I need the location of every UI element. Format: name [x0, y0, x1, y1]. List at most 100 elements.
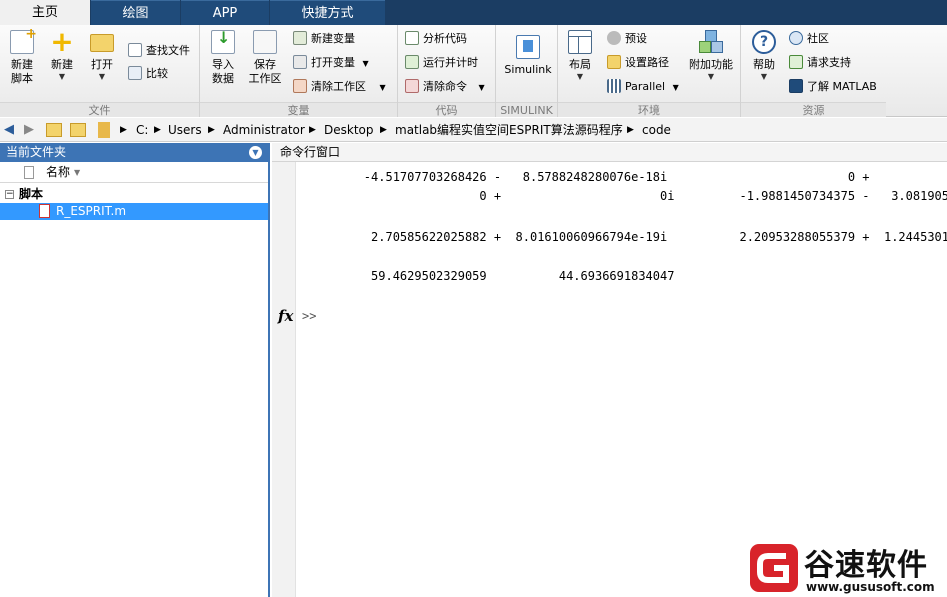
import-data-button[interactable]: ↓ 导入 数据 [206, 30, 240, 86]
chevron-down-icon: ▼ [362, 59, 369, 68]
new-script-icon: + [10, 27, 37, 54]
learn-matlab-button[interactable]: 了解 MATLAB [789, 78, 877, 96]
run-and-time-label: 运行并计时 [423, 56, 478, 69]
command-prompt: >> [302, 309, 317, 323]
new-button[interactable]: + 新建 ▼ [44, 28, 80, 82]
request-support-label: 请求支持 [807, 56, 851, 69]
watermark: 谷速软件 www.gususoft.com [748, 540, 947, 597]
collapse-icon[interactable]: − [5, 190, 14, 199]
current-folder-panel: 当前文件夹 ▼ 名称 ▼ − 脚本 R_ESPRIT.m [0, 143, 270, 597]
group-environment: 布局 ▼ 预设 设置路径 Parallel ▼ 附加功能 ▼ 环境 [558, 25, 741, 117]
parallel-button[interactable]: Parallel ▼ [607, 78, 679, 96]
breadcrumb-separator-icon: ▶ [120, 125, 127, 135]
parallel-label: Parallel [625, 80, 666, 93]
breadcrumb-item[interactable]: code [642, 118, 671, 142]
tab-plots[interactable]: 绘图 [91, 0, 180, 25]
analyze-code-label: 分析代码 [423, 32, 467, 45]
folder-icon [98, 122, 110, 138]
open-button[interactable]: 打开 ▼ [84, 30, 120, 82]
learn-matlab-label: 了解 MATLAB [807, 80, 877, 93]
breadcrumb-item[interactable]: Administrator [223, 118, 305, 142]
run-and-time-icon [405, 55, 419, 69]
help-button[interactable]: ? 帮助 ▼ [747, 30, 781, 82]
community-button[interactable]: 社区 [789, 30, 829, 48]
find-files-button[interactable]: 查找文件 [128, 42, 190, 60]
back-arrow-icon[interactable]: ◀ [4, 122, 14, 138]
addons-icon [699, 30, 723, 54]
clear-commands-button[interactable]: 清除命令 ▼ [405, 78, 485, 96]
command-window[interactable]: 命令行窗口 -4.51707703268426 - 8.578824828007… [272, 143, 947, 597]
compare-icon [128, 66, 142, 80]
addons-button[interactable]: 附加功能 ▼ [685, 30, 737, 82]
file-name: R_ESPRIT.m [56, 204, 127, 218]
folder-icon [607, 55, 621, 69]
parallel-icon [607, 79, 621, 93]
breadcrumb-item[interactable]: Users [168, 118, 202, 142]
chevron-down-icon: ▼ [707, 72, 715, 81]
tree-group-scripts[interactable]: − 脚本 [0, 186, 268, 203]
find-files-icon [128, 43, 142, 57]
function-browser-icon[interactable]: fx [278, 307, 293, 325]
find-files-label: 查找文件 [146, 44, 190, 57]
panel-menu-icon[interactable]: ▼ [249, 146, 262, 159]
group-simulink: Simulink SIMULINK [496, 25, 558, 117]
set-path-button[interactable]: 设置路径 [607, 54, 669, 72]
group-variable-title: 变量 [200, 102, 397, 117]
forward-arrow-icon[interactable]: ▶ [24, 122, 34, 138]
matlab-file-icon [39, 204, 50, 218]
sort-arrow-icon: ▼ [74, 168, 81, 177]
list-item[interactable]: R_ESPRIT.m [0, 203, 268, 220]
layout-button[interactable]: 布局 ▼ [564, 30, 596, 82]
community-icon [789, 31, 803, 45]
run-and-time-button[interactable]: 运行并计时 [405, 54, 478, 72]
new-variable-button[interactable]: 新建变量 [293, 30, 355, 48]
tab-home[interactable]: 主页 [0, 0, 90, 25]
output-line: -4.51707703268426 - 8.5788248280076e-18i… [306, 170, 870, 184]
preferences-label: 预设 [625, 32, 647, 45]
layout-label: 布局 [569, 58, 591, 71]
group-file-title: 文件 [0, 102, 199, 117]
simulink-button[interactable]: Simulink [502, 35, 554, 77]
breadcrumb-item[interactable]: Desktop [324, 118, 374, 142]
clear-workspace-button[interactable]: 清除工作区 ▼ [293, 78, 386, 96]
watermark-brand: 谷速软件 [804, 548, 928, 583]
breadcrumb-separator-icon: ▶ [154, 125, 161, 135]
chevron-down-icon: ▼ [760, 72, 768, 81]
command-input[interactable] [322, 307, 922, 325]
tab-apps[interactable]: APP [181, 0, 269, 25]
group-code: 分析代码 运行并计时 清除命令 ▼ 代码 [398, 25, 496, 117]
watermark-url: www.gususoft.com [806, 580, 935, 594]
preferences-button[interactable]: 预设 [607, 30, 647, 48]
group-environment-title: 环境 [558, 102, 740, 117]
new-script-button[interactable]: + 新建 脚本 [4, 27, 40, 86]
output-line: 59.4629502329059 44.6936691834047 [306, 269, 675, 283]
new-variable-icon [293, 31, 307, 45]
request-support-button[interactable]: 请求支持 [789, 54, 851, 72]
simulink-icon [516, 35, 540, 59]
save-workspace-icon [253, 30, 277, 54]
breadcrumb-item[interactable]: C: [136, 118, 148, 142]
save-workspace-button[interactable]: 保存 工作区 [244, 30, 286, 86]
breadcrumb-item[interactable]: matlab编程实值空间ESPRIT算法源码程序 [395, 118, 623, 142]
column-header[interactable]: 名称 ▼ [0, 162, 268, 183]
set-path-label: 设置路径 [625, 56, 669, 69]
chevron-down-icon: ▼ [58, 72, 66, 81]
group-variable: ↓ 导入 数据 保存 工作区 新建变量 打开变量 ▼ 清除工作区 ▼ 变量 [200, 25, 398, 117]
compare-button[interactable]: 比较 [128, 65, 168, 83]
folder-open-icon [90, 34, 114, 52]
import-data-label: 导入 数据 [212, 58, 234, 85]
new-variable-label: 新建变量 [311, 32, 355, 45]
open-variable-icon [293, 55, 307, 69]
open-variable-button[interactable]: 打开变量 ▼ [293, 54, 369, 72]
analyze-code-button[interactable]: 分析代码 [405, 30, 467, 48]
gear-icon [607, 31, 621, 45]
help-icon: ? [752, 30, 776, 54]
group-file: + 新建 脚本 + 新建 ▼ 打开 ▼ 查找文件 比较 文件 [0, 25, 200, 117]
up-folder-icon[interactable] [46, 123, 62, 137]
output-line: 0 + 0i -1.9881450734375 - 3.081905 [306, 189, 947, 203]
tab-shortcuts[interactable]: 快捷方式 [270, 0, 385, 25]
address-bar: ◀ ▶ ▶ C: ▶ Users ▶ Administrator ▶ Deskt… [0, 118, 947, 142]
output-line: 2.70585622025882 + 8.01610060966794e-19i… [306, 230, 947, 244]
chevron-down-icon: ▼ [379, 83, 386, 92]
browse-folder-icon[interactable] [70, 123, 86, 137]
